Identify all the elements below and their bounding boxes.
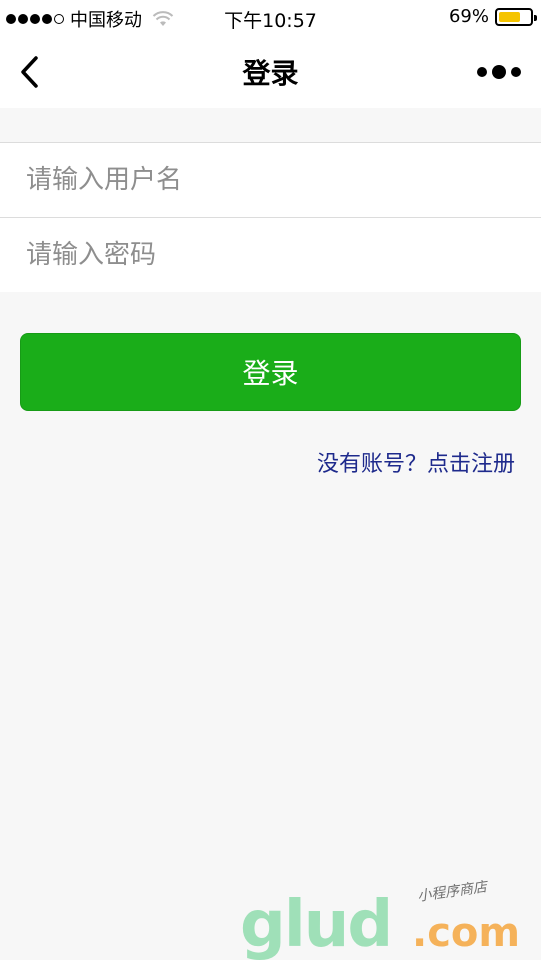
watermark-logo: glud 小程序商店 .com bbox=[240, 879, 541, 960]
more-dot-right bbox=[511, 67, 521, 77]
nav-bar: 登录 bbox=[0, 36, 541, 108]
watermark-dotcom: .com bbox=[412, 910, 521, 956]
login-form bbox=[0, 142, 541, 292]
watermark-sub: 小程序商店 bbox=[416, 879, 488, 905]
status-bar: 中国移动 下午10:57 69% bbox=[0, 0, 541, 36]
login-button[interactable]: 登录 bbox=[20, 333, 521, 411]
page-title: 登录 bbox=[242, 57, 299, 90]
login-button-label: 登录 bbox=[242, 357, 299, 390]
status-right: 69% bbox=[448, 6, 537, 27]
register-link[interactable]: 没有账号？点击注册 bbox=[317, 446, 515, 478]
username-input[interactable] bbox=[0, 143, 541, 217]
battery-percent: 69% bbox=[448, 6, 489, 27]
battery-icon bbox=[495, 7, 537, 26]
more-button[interactable] bbox=[477, 62, 521, 82]
battery-fill bbox=[499, 11, 520, 22]
more-dots-icon bbox=[477, 67, 487, 77]
watermark-main: glud bbox=[240, 888, 393, 960]
password-input[interactable] bbox=[0, 218, 541, 292]
more-dot-center bbox=[492, 65, 506, 79]
